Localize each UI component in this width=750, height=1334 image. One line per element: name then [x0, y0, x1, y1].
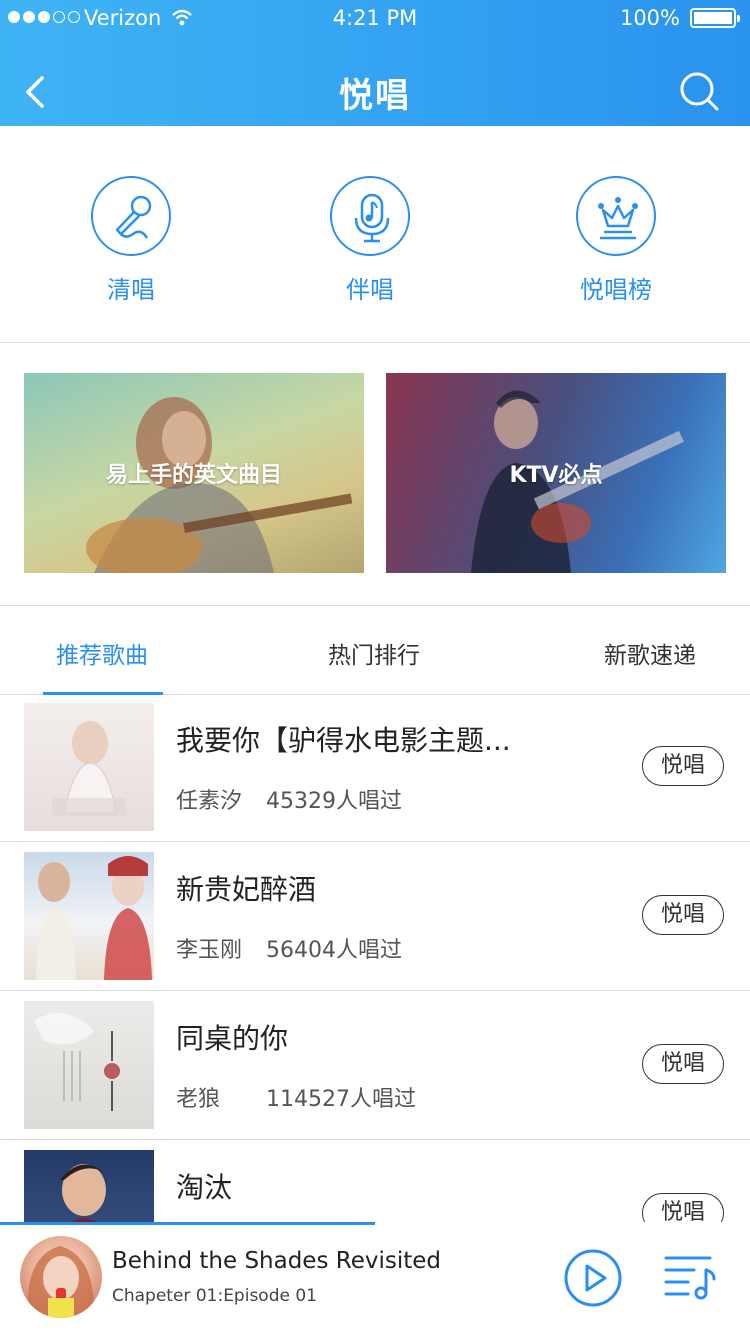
song-row[interactable]: 我要你【驴得水电影主题... 任素汐 45329人唱过 悦唱: [0, 693, 750, 842]
tab-hot-ranking[interactable]: 热门排行: [328, 636, 420, 670]
music-note-mic-icon: [330, 176, 410, 256]
song-meta: 李玉刚 56404人唱过: [176, 932, 402, 964]
playlist-icon[interactable]: [664, 1252, 716, 1300]
song-title: 同桌的你: [176, 1022, 289, 1055]
song-title: 我要你【驴得水电影主题...: [176, 724, 511, 757]
sing-button[interactable]: 悦唱: [642, 746, 724, 786]
play-icon[interactable]: [563, 1248, 623, 1308]
now-playing-avatar: [20, 1236, 102, 1318]
song-sing-count: 56404人唱过: [266, 938, 402, 963]
banner-label: KTV必点: [509, 463, 603, 488]
song-row[interactable]: 新贵妃醉酒 李玉刚 56404人唱过 悦唱: [0, 842, 750, 991]
sing-button[interactable]: 悦唱: [642, 895, 724, 935]
song-artist: 李玉刚: [176, 938, 243, 963]
song-title: 淘汰: [176, 1171, 233, 1204]
tab-recommended[interactable]: 推荐歌曲: [56, 636, 148, 670]
now-playing-title: Behind the Shades Revisited: [112, 1248, 441, 1274]
album-cover: [24, 703, 154, 831]
song-row[interactable]: 同桌的你 老狼 114527人唱过 悦唱: [0, 991, 750, 1140]
feature-label: 清唱: [107, 276, 155, 304]
song-sing-count: 114527人唱过: [266, 1087, 416, 1112]
album-cover: [24, 852, 154, 980]
song-meta: 任素汐 45329人唱过: [176, 783, 402, 815]
song-artist: 老狼: [176, 1087, 221, 1112]
song-title: 新贵妃醉酒: [176, 873, 317, 906]
status-bar: Verizon 4:21 PM 100%: [0, 0, 750, 38]
sing-button[interactable]: 悦唱: [642, 1044, 724, 1084]
playback-progress[interactable]: [0, 1222, 375, 1225]
battery-icon: [690, 8, 740, 28]
page-title: 悦唱: [339, 76, 411, 116]
microphone-icon: [91, 176, 171, 256]
song-artist: 任素汐: [176, 789, 243, 814]
search-icon[interactable]: [678, 70, 720, 112]
song-meta: 老狼 114527人唱过: [176, 1081, 416, 1113]
mini-player[interactable]: Behind the Shades Revisited Chapeter 01:…: [0, 1222, 750, 1334]
album-cover: [24, 1001, 154, 1129]
song-tabs: 推荐歌曲 热门排行 新歌速递: [0, 605, 750, 695]
feature-accompaniment[interactable]: 伴唱: [290, 176, 450, 305]
banner-ktv[interactable]: KTV必点: [386, 373, 726, 573]
divider: [0, 342, 750, 343]
feature-acapella[interactable]: 清唱: [51, 176, 211, 305]
now-playing-subtitle: Chapeter 01:Episode 01: [112, 1286, 317, 1306]
banner-label: 易上手的英文曲目: [105, 463, 282, 488]
song-sing-count: 45329人唱过: [266, 789, 402, 814]
feature-chart[interactable]: 悦唱榜: [536, 176, 696, 305]
tab-new-songs[interactable]: 新歌速递: [604, 636, 696, 670]
app-header: Verizon 4:21 PM 100% 悦唱: [0, 0, 750, 126]
banner-english-songs[interactable]: 易上手的英文曲目: [24, 373, 364, 573]
feature-label: 伴唱: [346, 276, 394, 304]
feature-label: 悦唱榜: [580, 276, 652, 304]
battery-percent: 100%: [619, 6, 680, 30]
crown-icon: [576, 176, 656, 256]
